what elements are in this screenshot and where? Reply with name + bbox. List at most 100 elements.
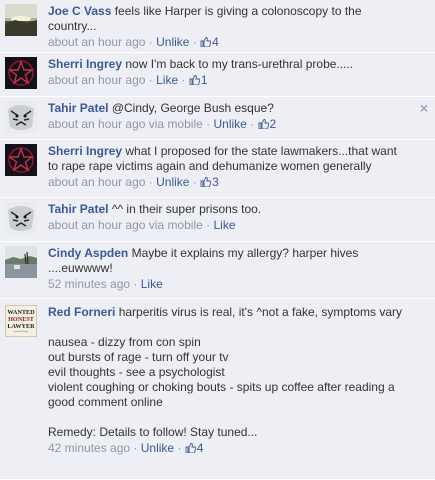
red-star-avatar-icon <box>5 57 37 89</box>
comment-author[interactable]: Sherri Ingrey <box>48 144 122 158</box>
honest-text: HONEST <box>8 316 35 323</box>
comment-text: ^^ in their super prisons too. <box>111 202 262 216</box>
comment-content: Tahir Patel @Cindy, George Bush esque? <box>48 101 405 116</box>
comment-author[interactable]: Red Forneri <box>48 305 115 319</box>
avatar[interactable] <box>5 202 37 234</box>
like-button[interactable]: Unlike <box>156 175 189 189</box>
like-button[interactable]: Like <box>213 218 235 232</box>
like-count[interactable]: 4 <box>200 35 219 49</box>
comment-time[interactable]: about an hour ago <box>48 35 145 49</box>
tiger-avatar-icon <box>5 202 37 234</box>
separator: · <box>177 441 182 455</box>
comment-time[interactable]: about an hour ago <box>48 73 145 87</box>
like-button[interactable]: Unlike <box>213 117 246 131</box>
separator: · <box>192 35 197 49</box>
symptom-line: nausea - dizzy from con spin <box>48 335 201 349</box>
thumbs-up-icon <box>200 177 212 187</box>
like-button[interactable]: Like <box>156 73 178 87</box>
separator: · <box>192 175 197 189</box>
separator: · <box>133 277 138 291</box>
comment-via: via mobile <box>148 117 203 131</box>
comment-item: Joe C Vass feels like Harper is giving a… <box>0 0 435 53</box>
comment-time[interactable]: 52 minutes ago <box>48 277 130 291</box>
close-icon[interactable]: × <box>420 101 428 115</box>
lawyer-text: LAWYER <box>7 323 35 330</box>
comment-content: Red Forneri harperitis virus is real, it… <box>48 305 405 440</box>
symptom-line: evil thoughts - see a psychologist <box>48 365 225 379</box>
comment-item: Sherri Ingrey what I proposed for the st… <box>0 140 435 198</box>
comment-meta: about an hour ago via mobile · Like <box>48 218 405 233</box>
separator: · <box>206 117 211 131</box>
comment-author[interactable]: Tahir Patel <box>48 101 108 115</box>
comment-meta: 42 minutes ago · Unlike · 4 <box>48 441 405 456</box>
comment-content: Sherri Ingrey now I'm back to my trans-u… <box>48 57 405 72</box>
avatar[interactable]: WANTED HONEST LAWYER <box>5 305 37 337</box>
comment-text: @Cindy, George Bush esque? <box>111 101 274 115</box>
comment-author[interactable]: Sherri Ingrey <box>48 57 122 71</box>
avatar[interactable] <box>5 144 37 176</box>
comment-meta: 52 minutes ago · Like <box>48 277 405 292</box>
like-button[interactable]: Like <box>141 277 163 291</box>
comment-item: WANTED HONEST LAWYER Red Forneri harperi… <box>0 299 435 480</box>
separator: · <box>148 35 153 49</box>
like-count[interactable]: 1 <box>189 73 208 87</box>
comment-text: harperitis virus is real, it's ^not a fa… <box>118 305 403 319</box>
tiger-avatar-icon <box>5 101 37 133</box>
comment-feed: Joe C Vass feels like Harper is giving a… <box>0 0 435 480</box>
comment-item: Cindy Aspden Maybe it explains my allerg… <box>0 242 435 299</box>
avatar[interactable] <box>5 57 37 89</box>
thumbs-up-icon <box>258 119 269 129</box>
separator: · <box>148 73 153 87</box>
comment-content: Sherri Ingrey what I proposed for the st… <box>48 144 405 174</box>
separator: · <box>181 73 186 87</box>
like-count-number: 2 <box>269 117 277 131</box>
like-count-number: 3 <box>212 175 219 189</box>
thumbs-up-icon <box>200 37 212 47</box>
avatar[interactable] <box>5 246 37 278</box>
separator: · <box>148 175 153 189</box>
comment-item: Sherri Ingrey now I'm back to my trans-u… <box>0 53 435 97</box>
symptom-line: violent coughing or choking bouts - spit… <box>48 380 395 409</box>
red-star-avatar-icon <box>5 144 37 176</box>
like-count-number: 4 <box>212 35 219 49</box>
like-count[interactable]: 4 <box>185 441 204 455</box>
like-count-number: 4 <box>196 441 204 455</box>
thumbs-up-icon <box>185 443 196 453</box>
comment-item: Tahir Patel @Cindy, George Bush esque? a… <box>0 97 435 140</box>
lake-avatar-icon <box>5 246 37 278</box>
comment-time[interactable]: about an hour ago <box>48 175 145 189</box>
remedy-line: Remedy: Details to follow! Stay tuned... <box>48 425 258 439</box>
separator: · <box>206 218 211 232</box>
comment-item: Tahir Patel ^^ in their super prisons to… <box>0 198 435 242</box>
landscape-avatar-icon <box>5 4 37 36</box>
comment-via: via mobile <box>148 218 203 232</box>
wanted-poster-avatar-icon: WANTED HONEST LAWYER <box>5 305 37 337</box>
separator: · <box>250 117 255 131</box>
avatar[interactable] <box>5 101 37 133</box>
comment-author[interactable]: Cindy Aspden <box>48 246 128 260</box>
like-count[interactable]: 3 <box>200 175 219 189</box>
comment-content: Joe C Vass feels like Harper is giving a… <box>48 4 405 34</box>
like-button[interactable]: Unlike <box>156 35 189 49</box>
symptom-line: out bursts of rage - turn off your tv <box>48 350 229 364</box>
comment-content: Cindy Aspden Maybe it explains my allerg… <box>48 246 405 276</box>
comment-text: now I'm back to my trans-urethral probe.… <box>125 57 354 71</box>
comment-time[interactable]: about an hour ago <box>48 218 145 232</box>
like-count-number: 1 <box>200 73 208 87</box>
comment-author[interactable]: Joe C Vass <box>48 4 111 18</box>
separator: · <box>133 441 138 455</box>
comment-meta: about an hour ago via mobile · Unlike · … <box>48 117 405 132</box>
wanted-text: WANTED <box>7 309 35 316</box>
comment-time[interactable]: 42 minutes ago <box>48 441 130 455</box>
comment-content: Tahir Patel ^^ in their super prisons to… <box>48 202 405 217</box>
comment-meta: about an hour ago · Unlike · 3 <box>48 175 405 190</box>
thumbs-up-icon <box>189 75 200 85</box>
like-count[interactable]: 2 <box>258 117 277 131</box>
comment-author[interactable]: Tahir Patel <box>48 202 108 216</box>
avatar[interactable] <box>5 4 37 36</box>
comment-meta: about an hour ago · Unlike · 4 <box>48 35 405 50</box>
comment-time[interactable]: about an hour ago <box>48 117 145 131</box>
like-button[interactable]: Unlike <box>141 441 174 455</box>
